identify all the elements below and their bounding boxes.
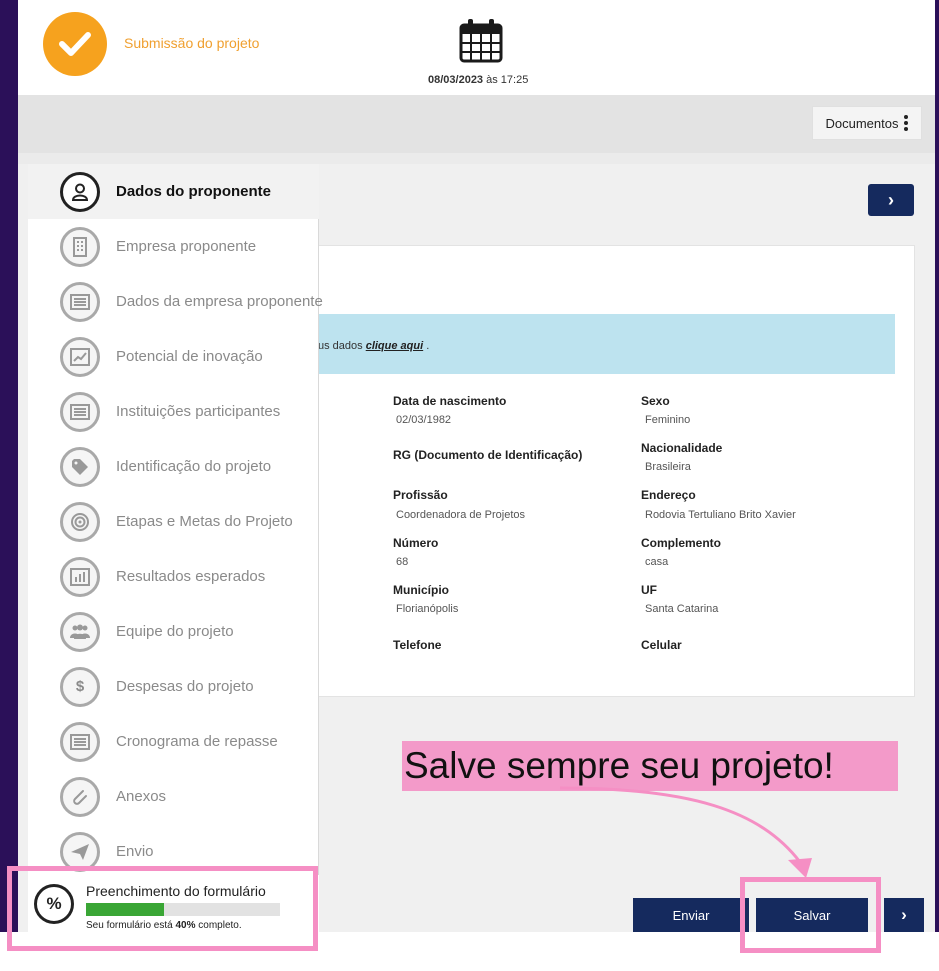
sidebar-item-identificacao[interactable]: Identificação do projeto — [28, 439, 319, 494]
sex-label: Sexo — [641, 394, 670, 408]
submission-time: às 17:25 — [483, 74, 529, 86]
sidebar-item-despesas[interactable]: $ Despesas do projeto — [28, 659, 319, 714]
dollar-icon: $ — [60, 666, 100, 707]
sidebar-item-label: Equipe do projeto — [116, 623, 234, 640]
sidebar-item-label: Resultados esperados — [116, 568, 266, 585]
list-icon — [60, 281, 100, 322]
sidebar-item-label: Dados do proponente — [116, 183, 271, 200]
sidebar-item-label: Despesas do projeto — [116, 678, 254, 695]
list-icon — [60, 391, 100, 432]
sidebar-item-dados-proponente[interactable]: Dados do proponente — [28, 164, 319, 219]
team-icon — [60, 611, 100, 652]
sidebar-item-cronograma[interactable]: Cronograma de repasse — [28, 714, 319, 769]
info-text: us dados — [318, 340, 366, 352]
address-value: Rodovia Tertuliano Brito Xavier — [645, 509, 796, 521]
next-step-button-bottom[interactable]: › — [884, 898, 924, 932]
profession-value: Coordenadora de Projetos — [396, 509, 526, 521]
building-icon — [60, 226, 100, 267]
status-check-icon — [43, 12, 107, 76]
complement-value: casa — [645, 556, 669, 568]
sidebar-item-potencial-inovacao[interactable]: Potencial de inovação — [28, 329, 319, 384]
sidebar-item-instituicoes[interactable]: Instituições participantes — [28, 384, 319, 439]
documents-bar — [18, 95, 935, 153]
birth-date-label: Data de nascimento — [393, 394, 507, 408]
sidebar-item-dados-empresa[interactable]: Dados da empresa proponente — [28, 274, 323, 329]
sidebar-item-label: Potencial de inovação — [116, 348, 263, 365]
list-icon — [60, 721, 100, 762]
bar-chart-icon — [60, 556, 100, 597]
number-label: Número — [393, 536, 439, 550]
mobile-label: Celular — [641, 638, 682, 652]
sidebar-item-label: Envio — [116, 843, 154, 860]
state-label: UF — [641, 583, 657, 597]
rg-label: RG (Documento de Identificação) — [393, 448, 583, 462]
sidebar-item-label: Empresa proponente — [116, 238, 257, 255]
submission-datetime: 08/03/2023 às 17:25 — [428, 74, 528, 86]
state-value: Santa Catarina — [645, 603, 719, 615]
info-end: . — [423, 340, 430, 352]
number-value: 68 — [396, 556, 409, 568]
complement-label: Complemento — [641, 536, 722, 550]
proponent-card — [318, 245, 915, 697]
profession-label: Profissão — [393, 488, 448, 502]
documents-button[interactable]: Documentos — [812, 106, 922, 140]
phone-label: Telefone — [393, 638, 442, 652]
nationality-value: Brasileira — [645, 461, 691, 473]
sidebar-item-label: Dados da empresa proponente — [116, 293, 323, 310]
submission-title: Submissão do projeto — [124, 35, 260, 51]
nationality-label: Nacionalidade — [641, 441, 723, 455]
sidebar-item-equipe[interactable]: Equipe do projeto — [28, 604, 319, 659]
paperclip-icon — [60, 776, 100, 817]
info-alert-text: us dados clique aqui . — [318, 340, 429, 352]
city-label: Município — [393, 583, 449, 597]
save-reminder-callout: Salve sempre seu projeto! — [402, 741, 898, 791]
birth-date-value: 02/03/1982 — [396, 414, 452, 426]
documents-label: Documentos — [825, 115, 899, 131]
click-here-link[interactable]: clique aqui — [366, 340, 423, 352]
sidebar-item-empresa-proponente[interactable]: Empresa proponente — [28, 219, 319, 274]
sidebar-item-label: Identificação do projeto — [116, 458, 272, 475]
kebab-icon — [904, 115, 909, 131]
sidebar-item-etapas-metas[interactable]: Etapas e Metas do Projeto — [28, 494, 319, 549]
target-icon — [60, 501, 100, 542]
save-highlight-box — [740, 877, 881, 953]
sidebar-item-label: Cronograma de repasse — [116, 733, 278, 750]
trend-chart-icon — [60, 336, 100, 377]
next-step-button-top[interactable]: › — [868, 184, 914, 216]
sidebar-item-label: Anexos — [116, 788, 167, 805]
address-label: Endereço — [641, 488, 696, 502]
tag-icon — [60, 446, 100, 487]
city-value: Florianópolis — [396, 603, 459, 615]
sidebar-item-label: Etapas e Metas do Projeto — [116, 513, 293, 530]
submission-date: 08/03/2023 — [428, 74, 484, 86]
sex-value: Feminino — [645, 414, 691, 426]
user-icon — [60, 171, 100, 212]
calendar-icon — [459, 19, 503, 63]
send-button[interactable]: Enviar — [633, 898, 749, 932]
sidebar-item-anexos[interactable]: Anexos — [28, 769, 319, 824]
sidebar-item-label: Instituições participantes — [116, 403, 281, 420]
sidebar-item-resultados[interactable]: Resultados esperados — [28, 549, 319, 604]
progress-highlight-box — [7, 866, 318, 951]
